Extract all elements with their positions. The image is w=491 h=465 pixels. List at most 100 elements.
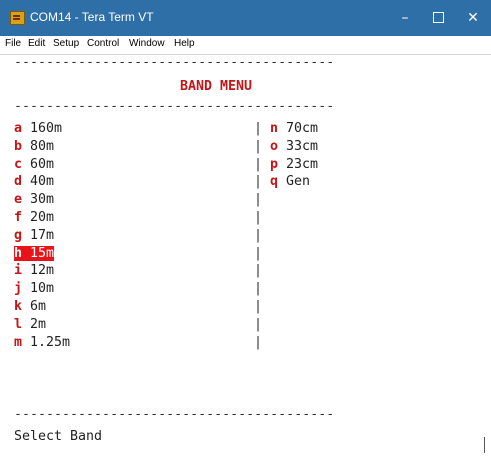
band-option: c 60m [14, 157, 54, 172]
column-separator: | [254, 227, 263, 243]
band-label: 20m [22, 210, 55, 225]
band-label: 6m [22, 299, 47, 314]
band-key: c [14, 156, 23, 172]
band-key: l [14, 316, 23, 332]
band-option: i 12m [14, 263, 54, 278]
band-key: a [14, 121, 23, 136]
band-option: k 6m [14, 299, 46, 314]
band-label: Gen [278, 174, 311, 190]
menu-edit[interactable]: Edit [28, 38, 45, 49]
divider-top: ---------------------------------------- [14, 55, 335, 70]
band-key: n [270, 121, 279, 136]
text-cursor [484, 437, 485, 453]
band-label: 15m [22, 245, 55, 261]
band-left-item-k[interactable]: k 6m [14, 299, 46, 314]
menu-setup[interactable]: Setup [53, 38, 79, 49]
column-separator: | [254, 299, 263, 314]
band-right-item-q[interactable]: q Gen [270, 174, 310, 189]
column-separator: | [254, 263, 263, 279]
band-left-item-j[interactable]: j 10m [14, 281, 54, 296]
band-option: h 15m [14, 245, 55, 261]
band-label: 17m [22, 227, 55, 243]
menu-file[interactable]: File [5, 38, 21, 49]
band-key: j [14, 281, 23, 297]
band-option: g 17m [14, 228, 54, 243]
band-left-item-i[interactable]: i 12m [14, 263, 54, 278]
column-separator: | [254, 174, 263, 190]
tera-term-window: COM14 - Tera Term VT – ✕ File Edit Setup… [0, 0, 491, 465]
band-option: m 1.25m [14, 335, 70, 350]
tera-term-app-icon[interactable] [10, 11, 25, 25]
band-option: p 23cm [270, 157, 318, 172]
band-option: o 33cm [270, 139, 318, 154]
band-label: 30m [22, 192, 55, 208]
column-separator: | [254, 192, 263, 208]
band-label: 2m [22, 316, 47, 332]
band-label: 60m [22, 156, 55, 172]
band-option: b 80m [14, 139, 54, 154]
band-option: d 40m [14, 174, 54, 189]
band-key: i [14, 263, 23, 279]
band-option: e 30m [14, 192, 54, 207]
band-left-item-e[interactable]: e 30m [14, 192, 54, 207]
menu-help[interactable]: Help [174, 38, 195, 49]
band-key: h [14, 245, 23, 261]
band-key: k [14, 299, 23, 314]
band-left-item-d[interactable]: d 40m [14, 174, 54, 189]
band-left-item-m[interactable]: m 1.25m [14, 335, 70, 350]
column-separator: | [254, 156, 263, 172]
column-separator: | [254, 334, 263, 350]
column-separator: | [254, 138, 263, 154]
band-left-item-l[interactable]: l 2m [14, 317, 46, 332]
title-bar[interactable]: COM14 - Tera Term VT – ✕ [0, 0, 491, 36]
band-label: 70cm [278, 121, 319, 136]
band-label: 10m [22, 281, 55, 297]
band-left-item-b[interactable]: b 80m [14, 139, 54, 154]
divider-bottom: ---------------------------------------- [14, 407, 335, 422]
band-option: n 70cm [270, 121, 318, 136]
window-title: COM14 - Tera Term VT [30, 10, 154, 24]
column-separator: | [254, 281, 263, 297]
column-separator: | [254, 121, 263, 136]
maximize-icon [432, 11, 444, 23]
band-left-item-a[interactable]: a 160m [14, 121, 62, 136]
terminal-screen[interactable]: ----------------------------------------… [14, 55, 491, 465]
band-key: m [14, 334, 23, 350]
band-option: a 160m [14, 121, 62, 136]
band-option: l 2m [14, 317, 46, 332]
band-key: p [270, 156, 279, 172]
column-separator: | [254, 210, 263, 225]
maximize-button[interactable] [420, 0, 456, 36]
band-left-item-c[interactable]: c 60m [14, 157, 54, 172]
band-label: 40m [22, 174, 55, 190]
band-option: j 10m [14, 281, 54, 296]
band-menu-title: BAND MENU [180, 79, 253, 94]
minimize-button[interactable]: – [387, 0, 423, 36]
band-key: f [14, 210, 23, 225]
band-label: 160m [22, 121, 63, 136]
band-left-item-f[interactable]: f 20m [14, 210, 54, 225]
band-right-item-p[interactable]: p 23cm [270, 157, 318, 172]
band-option: f 20m [14, 210, 54, 225]
band-right-item-n[interactable]: n 70cm [270, 121, 318, 136]
band-label: 12m [22, 263, 55, 279]
column-separator: | [254, 245, 263, 261]
band-left-item-h[interactable]: h 15m [14, 245, 55, 261]
band-key: q [270, 174, 279, 190]
band-label: 23cm [278, 156, 319, 172]
divider-header: ---------------------------------------- [14, 99, 335, 114]
band-key: d [14, 174, 23, 190]
band-key: e [14, 192, 23, 208]
band-key: o [270, 138, 279, 154]
menu-control[interactable]: Control [87, 38, 119, 49]
band-left-item-g[interactable]: g 17m [14, 228, 54, 243]
band-right-item-o[interactable]: o 33cm [270, 139, 318, 154]
band-label: 80m [22, 138, 55, 154]
menu-window[interactable]: Window [129, 38, 165, 49]
band-option: q Gen [270, 174, 310, 189]
column-separator: | [254, 316, 263, 332]
band-label: 1.25m [22, 334, 71, 350]
close-button[interactable]: ✕ [455, 0, 491, 36]
band-label: 33cm [278, 138, 319, 154]
band-key: g [14, 227, 23, 243]
